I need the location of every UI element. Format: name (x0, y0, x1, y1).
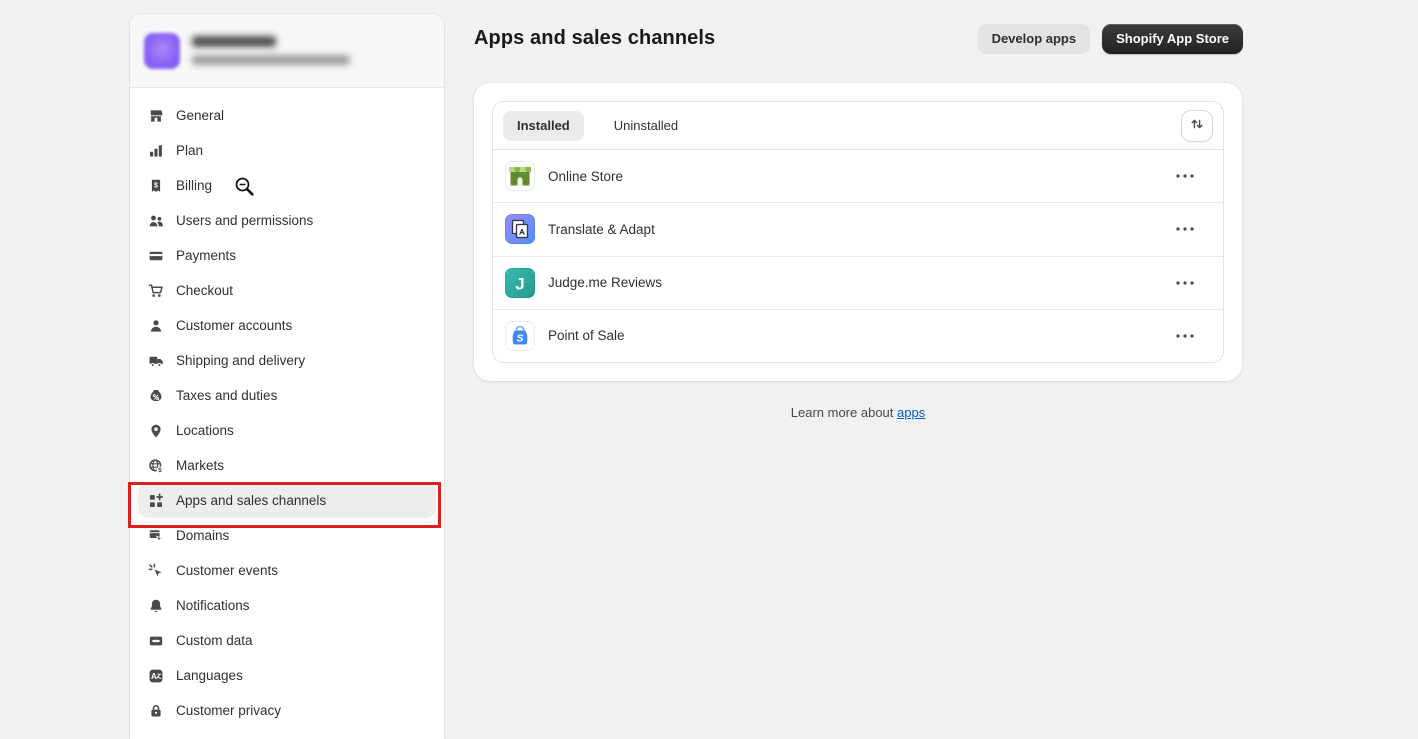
learn-more-label: Learn more about (791, 405, 894, 420)
app-row-online-store[interactable]: Online Store (493, 150, 1223, 202)
sidebar-item-label: Locations (176, 423, 234, 438)
learn-more-text: Learn more about apps (474, 405, 1242, 420)
data-box-icon (148, 633, 164, 649)
sidebar-item-users-and-permissions[interactable]: Users and permissions (138, 203, 436, 238)
apps-help-link[interactable]: apps (897, 405, 925, 420)
translate-icon: A (148, 668, 164, 684)
sidebar-item-label: Customer privacy (176, 703, 281, 718)
sidebar-item-payments[interactable]: Payments (138, 238, 436, 273)
svg-text:$: $ (154, 182, 158, 189)
globe-icon: $ (148, 458, 164, 474)
sidebar-item-markets[interactable]: $ Markets (138, 448, 436, 483)
sidebar-item-general[interactable]: General (138, 98, 436, 133)
sidebar-item-languages[interactable]: A Languages (138, 658, 436, 693)
point-of-sale-app-icon: S (505, 321, 535, 351)
sort-arrows-icon (1189, 116, 1205, 135)
plan-chart-icon (148, 143, 164, 159)
tax-bag-icon (148, 388, 164, 404)
app-name: Point of Sale (548, 328, 625, 343)
app-name: Online Store (548, 169, 623, 184)
settings-nav: General Plan $ Billing Users and permiss… (130, 88, 444, 738)
sidebar-item-apps-and-sales-channels[interactable]: Apps and sales channels (138, 483, 436, 518)
svg-text:J: J (515, 274, 524, 293)
page-title: Apps and sales channels (474, 27, 715, 50)
sidebar-item-customer-events[interactable]: Customer events (138, 553, 436, 588)
tabs-row: Installed Uninstalled (493, 102, 1223, 150)
location-pin-icon (148, 423, 164, 439)
sidebar-item-label: Checkout (176, 283, 233, 298)
sidebar-item-label: Languages (176, 668, 243, 683)
bell-icon (148, 598, 164, 614)
sidebar-item-taxes-and-duties[interactable]: Taxes and duties (138, 378, 436, 413)
app-name: Translate & Adapt (548, 222, 655, 237)
sidebar-item-label: Payments (176, 248, 236, 263)
develop-apps-button[interactable]: Develop apps (978, 24, 1091, 54)
checkout-cart-icon (148, 283, 164, 299)
domains-icon (148, 528, 164, 544)
payments-icon (148, 248, 164, 264)
svg-text:$: $ (158, 467, 162, 474)
billing-receipt-icon: $ (148, 178, 164, 194)
tab-installed[interactable]: Installed (503, 111, 584, 141)
truck-icon (148, 353, 164, 369)
users-icon (148, 213, 164, 229)
header-actions: Develop apps Shopify App Store (978, 24, 1243, 54)
sidebar-item-label: Notifications (176, 598, 250, 613)
sidebar-item-locations[interactable]: Locations (138, 413, 436, 448)
app-row-translate-adapt[interactable]: Translate & Adapt (493, 202, 1223, 255)
cursor-spark-icon (148, 563, 164, 579)
store-email-redacted (192, 55, 350, 65)
app-name: Judge.me Reviews (548, 275, 662, 290)
sidebar-item-label: Taxes and duties (176, 388, 277, 403)
sidebar-item-customer-accounts[interactable]: Customer accounts (138, 308, 436, 343)
sidebar-item-label: Plan (176, 143, 203, 158)
app-actions-menu-button[interactable] (1171, 215, 1199, 243)
sidebar-item-custom-data[interactable]: Custom data (138, 623, 436, 658)
sidebar-item-label: Billing (176, 178, 212, 193)
translate-adapt-app-icon (505, 214, 535, 244)
sidebar-item-label: General (176, 108, 224, 123)
sidebar-item-label: Customer accounts (176, 318, 292, 333)
sidebar-item-label: Customer events (176, 563, 278, 578)
store-meta (192, 36, 350, 65)
sidebar-item-billing[interactable]: $ Billing (138, 168, 436, 203)
sidebar-item-customer-privacy[interactable]: Customer privacy (138, 693, 436, 728)
sidebar-item-domains[interactable]: Domains (138, 518, 436, 553)
sidebar-item-notifications[interactable]: Notifications (138, 588, 436, 623)
sidebar-item-plan[interactable]: Plan (138, 133, 436, 168)
sidebar-item-checkout[interactable]: Checkout (138, 273, 436, 308)
sidebar-item-label: Shipping and delivery (176, 353, 305, 368)
app-row-point-of-sale[interactable]: S Point of Sale (493, 309, 1223, 362)
shopify-app-store-button[interactable]: Shopify App Store (1102, 24, 1243, 54)
store-icon (148, 108, 164, 124)
apps-grid-icon (148, 493, 164, 509)
app-actions-menu-button[interactable] (1171, 322, 1199, 350)
tab-uninstalled[interactable]: Uninstalled (600, 111, 692, 141)
settings-sidebar: General Plan $ Billing Users and permiss… (130, 14, 444, 739)
store-avatar (144, 33, 180, 69)
sidebar-item-label: Apps and sales channels (176, 493, 326, 508)
sidebar-item-label: Users and permissions (176, 213, 313, 228)
svg-text:S: S (516, 332, 523, 344)
sidebar-item-shipping-and-delivery[interactable]: Shipping and delivery (138, 343, 436, 378)
person-icon (148, 318, 164, 334)
sidebar-item-label: Domains (176, 528, 229, 543)
sidebar-item-label: Markets (176, 458, 224, 473)
judgeme-app-icon: J (505, 268, 535, 298)
app-actions-menu-button[interactable] (1171, 269, 1199, 297)
svg-text:A: A (151, 672, 157, 681)
app-actions-menu-button[interactable] (1171, 162, 1199, 190)
store-account-header[interactable] (130, 14, 444, 88)
sidebar-item-label: Custom data (176, 633, 253, 648)
store-name-redacted (192, 36, 276, 47)
apps-list-box: Installed Uninstalled Online Store Trans… (492, 101, 1224, 363)
apps-card: Installed Uninstalled Online Store Trans… (474, 83, 1242, 381)
app-row-judgeme-reviews[interactable]: J Judge.me Reviews (493, 256, 1223, 309)
sort-button[interactable] (1181, 110, 1213, 142)
online-store-app-icon (505, 161, 535, 191)
lock-icon (148, 703, 164, 719)
